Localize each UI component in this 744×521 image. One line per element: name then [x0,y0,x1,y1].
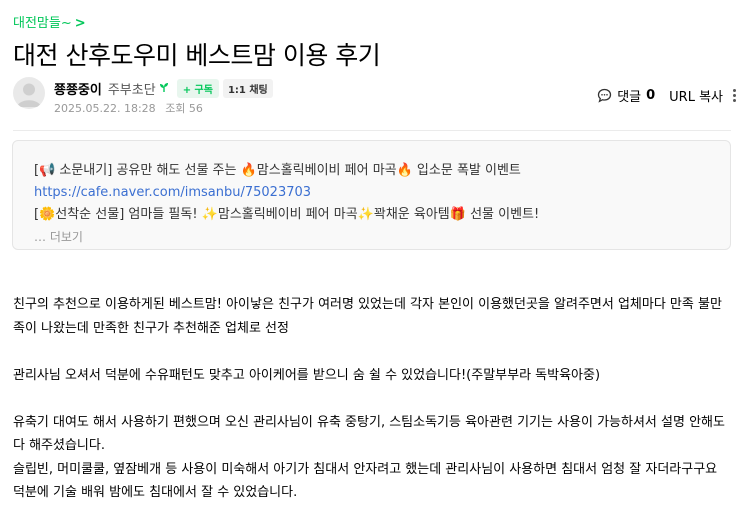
follow-button[interactable]: + 구독 [176,79,219,98]
notice-line-3[interactable]: [🌼선착순 선물] 엄마들 필독! ✨맘스홀릭베이비 페어 마곡✨꽉채운 육아템… [34,204,709,226]
post-date: 2025.05.22. 18:28 [54,102,156,115]
post-meta: 2025.05.22. 18:28 조회 56 [54,100,203,116]
url-copy-button[interactable]: URL 복사 [669,86,723,105]
body-paragraph-4: 슬립빈, 머미쿨쿨, 옆잠베개 등 사용이 미숙해서 아기가 침대서 안자려고 … [13,461,718,501]
notice-link[interactable]: https://cafe.naver.com/imsanbu/75023703 [34,182,709,204]
avatar[interactable] [13,77,45,109]
body-paragraph-3: 유축기 대여도 해서 사용하기 편했으며 오신 관리사님이 유축 중탕기, 스팀… [13,414,725,454]
author-row: 쭁쭁중이 주부초단 + 구독 1:1 채팅 [54,79,273,98]
sprout-icon [159,82,169,96]
post-body: 친구의 추천으로 이용하게된 베스트맘! 아이낳은 친구가 여러명 있었는데 각… [13,293,733,505]
cafe-name-link[interactable]: 대전맘들~ > [13,12,86,31]
notice-more-button[interactable]: … 더보기 [34,226,709,248]
notice-line-1[interactable]: [📢 소문내기] 공유만 해도 선물 주는 🔥맘스홀릭베이비 페어 마곡🔥 입소… [34,160,709,182]
more-options-icon[interactable] [733,89,736,102]
body-paragraph-2: 관리사님 오셔서 덕분에 수유패턴도 맞추고 아이케어를 받으니 숨 쉴 수 있… [13,367,601,383]
post-actions: 댓글 0 URL 복사 [597,86,736,105]
header-divider [13,130,731,131]
cafe-name: 대전맘들~ [13,16,72,31]
author-nickname[interactable]: 쭁쭁중이 [54,79,102,98]
comment-icon [598,88,612,103]
comment-button[interactable]: 댓글 0 [597,86,655,105]
view-count: 조회 56 [165,102,203,115]
notice-box: [📢 소문내기] 공유만 해도 선물 주는 🔥맘스홀릭베이비 페어 마곡🔥 입소… [12,140,731,250]
comment-label: 댓글 [617,90,642,105]
avatar-default-icon [17,83,41,107]
author-rank: 주부초단 [107,83,156,98]
chat-button[interactable]: 1:1 채팅 [222,79,273,98]
comment-count: 0 [646,88,656,103]
body-paragraph-1: 친구의 추천으로 이용하게된 베스트맘! 아이낳은 친구가 여러명 있었는데 각… [13,297,722,336]
page-title: 대전 산후도우미 베스트맘 이용 후기 [13,41,381,70]
chevron-right-icon: > [74,16,86,31]
